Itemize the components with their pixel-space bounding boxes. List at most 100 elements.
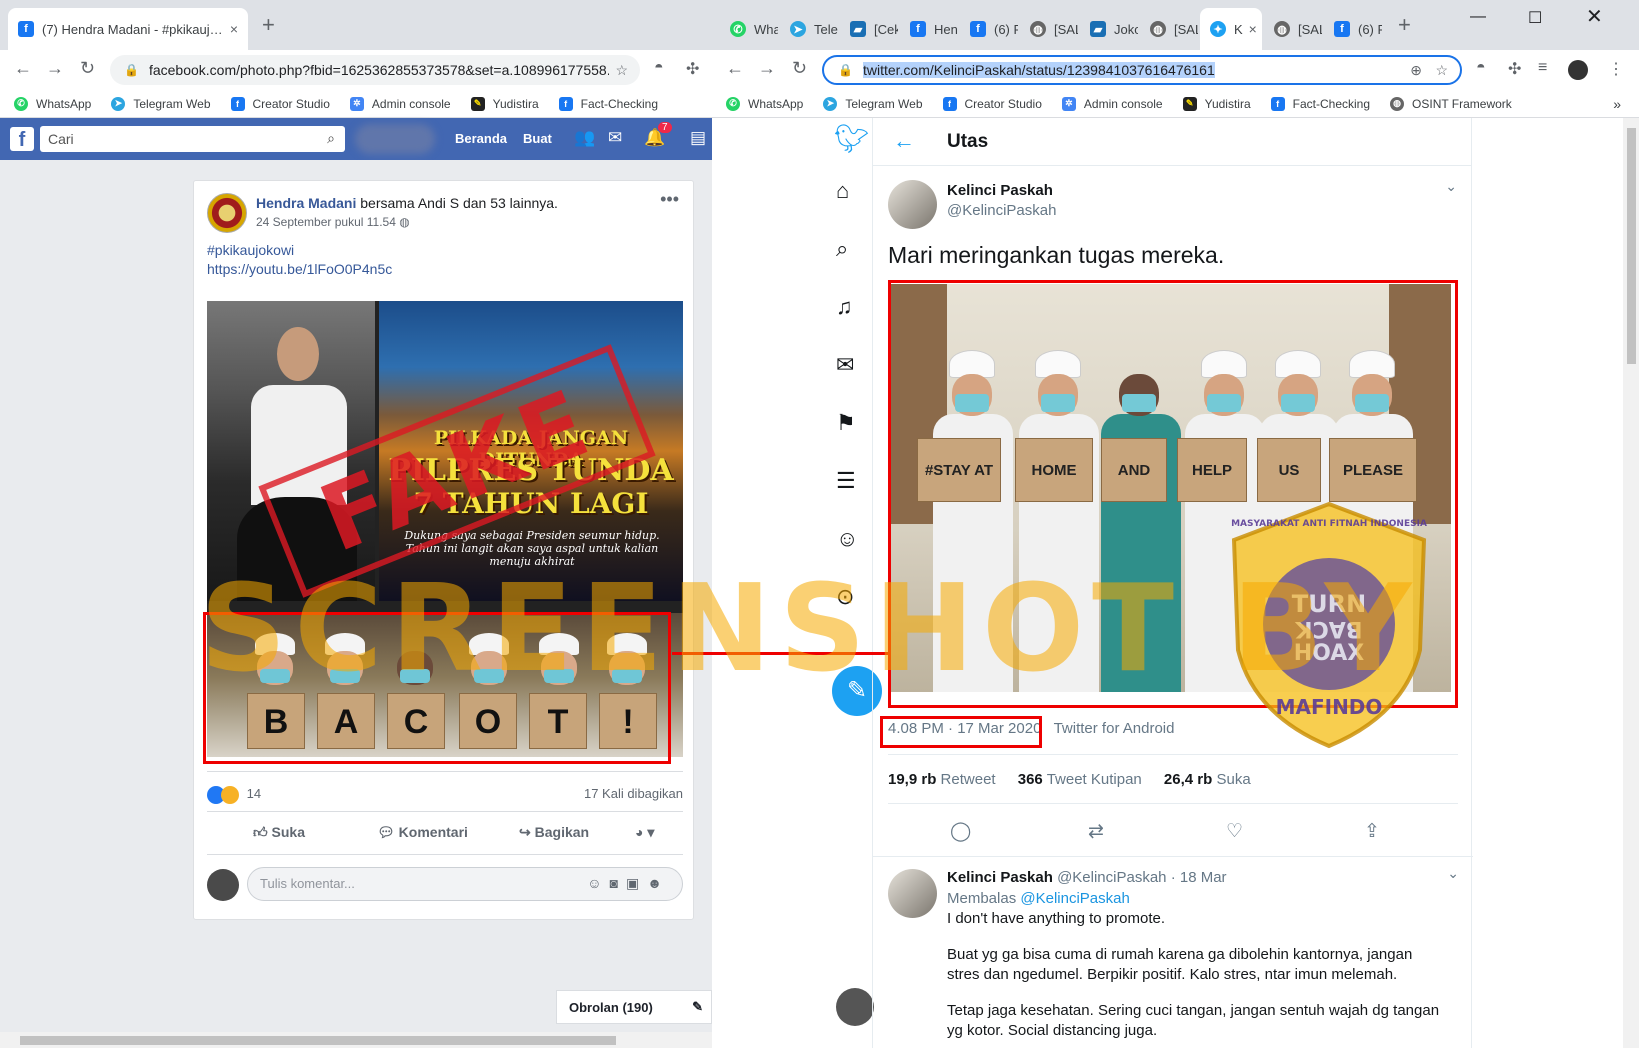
comment-button[interactable]: 💬︎ Komentari <box>377 824 468 841</box>
minimize-icon[interactable]: — <box>1470 8 1486 26</box>
bookmark-creator-studio[interactable]: f Creator Studio <box>230 96 330 111</box>
close-window-icon[interactable]: ✕ <box>1586 4 1603 29</box>
post-link[interactable]: https://youtu.be/1lFoO0P4n5c <box>207 260 392 279</box>
post-author-name[interactable]: Hendra Madani <box>256 195 356 211</box>
retweet-stat[interactable]: 19,9 rb Retweet <box>888 771 996 788</box>
reply-author-avatar[interactable] <box>888 869 937 918</box>
bookmark-telegram[interactable]: ➤ Telegram Web <box>111 96 211 111</box>
bookmarks-icon[interactable]: ⚑ <box>836 410 856 436</box>
new-tab-button[interactable]: + <box>262 12 275 38</box>
tab-close-icon[interactable]: × <box>224 21 238 37</box>
extension-mask-icon[interactable]: ◓ <box>1476 59 1486 77</box>
facebook-search-input[interactable]: Cari ⌕ <box>40 126 345 152</box>
bookmark-star-icon[interactable]: ☆ <box>1435 62 1448 79</box>
profile-icon[interactable]: ☺ <box>836 526 858 552</box>
tab-close-icon[interactable]: × <box>1243 21 1257 37</box>
new-tab-button[interactable]: + <box>1398 12 1411 38</box>
extensions-puzzle-icon[interactable]: ✣ <box>1508 59 1521 79</box>
author-avatar[interactable] <box>207 193 247 233</box>
bookmark-admin-console[interactable]: ✲ Admin console <box>1061 96 1163 111</box>
reload-icon[interactable]: ↻ <box>792 58 807 79</box>
messages-envelope-icon[interactable]: ✉ <box>836 352 854 378</box>
reply-icon[interactable]: ◯ <box>950 820 971 843</box>
bookmark-creator-studio[interactable]: f Creator Studio <box>942 96 1042 111</box>
post-hashtag[interactable]: #pkikaujokowi <box>207 241 392 260</box>
audience-selector[interactable]: ◕ ▾ <box>635 824 654 841</box>
back-icon[interactable]: ← <box>14 58 32 79</box>
bookmark-whatsapp[interactable]: ✆ WhatsApp <box>14 96 91 111</box>
reaction-count[interactable]: 14 <box>247 786 261 801</box>
like-stat[interactable]: 26,4 rb Suka <box>1164 771 1251 788</box>
nav-home[interactable]: Beranda <box>455 131 507 146</box>
bookmark-yudistira[interactable]: ✎ Yudistira <box>470 96 539 111</box>
tweet-source[interactable]: Twitter for Android <box>1054 720 1175 737</box>
haha-reaction-icon[interactable] <box>221 786 239 804</box>
account-avatar[interactable] <box>836 988 874 1026</box>
install-icon[interactable]: ⊕ <box>1410 62 1422 79</box>
reply-date[interactable]: · 18 Mar <box>1171 869 1227 886</box>
reply-author-name[interactable]: Kelinci Paskah <box>947 869 1053 886</box>
compose-icon[interactable]: ✎ <box>692 999 703 1015</box>
nav-create[interactable]: Buat <box>523 131 552 146</box>
search-icon[interactable]: ⌕ <box>327 130 335 147</box>
lists-icon[interactable]: ☰ <box>836 468 856 494</box>
tab-whatsapp[interactable]: ✆ Wha <box>720 8 778 50</box>
horizontal-scrollbar[interactable] <box>0 1032 712 1048</box>
reply-author-handle[interactable]: @KelinciPaskah <box>1057 869 1166 886</box>
tab-sal-1[interactable]: ◍ [SAL <box>1020 8 1078 50</box>
retweet-icon[interactable]: ⇄ <box>1088 820 1104 843</box>
replying-to-link[interactable]: @KelinciPaskah <box>1020 890 1129 907</box>
post-date[interactable]: 24 September pukul 11.54 ◍ <box>256 215 410 229</box>
tab-hendra[interactable]: f Hen <box>900 8 958 50</box>
share-count[interactable]: 17 Kali dibagikan <box>584 786 683 801</box>
tab-twitter-active[interactable]: ✦ K × <box>1200 8 1262 50</box>
like-heart-icon[interactable]: ♡ <box>1226 820 1243 843</box>
reload-icon[interactable]: ↻ <box>80 58 95 79</box>
tweet-author-name[interactable]: Kelinci Paskah <box>947 182 1053 199</box>
bookmark-fact-checking[interactable]: f Fact-Checking <box>558 96 658 111</box>
tab-cek[interactable]: ▰ [Cek <box>840 8 898 50</box>
notifications-bell-icon[interactable]: ♫ <box>836 294 853 320</box>
tweet-author-avatar[interactable] <box>888 180 937 229</box>
chat-bar[interactable]: Obrolan (190) ✎ <box>556 990 712 1024</box>
back-icon[interactable]: ← <box>726 58 744 79</box>
extensions-puzzle-icon[interactable]: ✣ <box>686 59 699 79</box>
post-options-icon[interactable]: ••• <box>660 189 679 210</box>
reply-options-chevron-icon[interactable]: ⌄ <box>1447 865 1459 882</box>
quote-stat[interactable]: 366 Tweet Kutipan <box>1018 771 1142 788</box>
tab-facebook-post[interactable]: f (7) Hendra Madani - #pkikaujokowi × <box>8 8 248 50</box>
tab-joko[interactable]: ▰ Joko <box>1080 8 1138 50</box>
friends-icon[interactable]: 👥 <box>574 128 595 148</box>
bookmark-fact-checking[interactable]: f Fact-Checking <box>1270 96 1370 111</box>
back-arrow-icon[interactable]: ← <box>893 128 915 154</box>
address-bar[interactable]: 🔒 facebook.com/photo.php?fbid=1625362855… <box>110 55 640 85</box>
explore-search-icon[interactable]: ⌕ <box>836 236 848 262</box>
tab-facebook[interactable]: f (6) F <box>960 8 1018 50</box>
more-icon[interactable]: ▤ <box>690 128 706 148</box>
extension-mask-icon[interactable]: ◓ <box>654 59 664 77</box>
tab-sal-2[interactable]: ◍ [SAL <box>1140 8 1198 50</box>
twitter-logo-icon[interactable]: 🐦︎ <box>834 122 870 155</box>
vertical-scrollbar[interactable] <box>1623 118 1639 1048</box>
maximize-icon[interactable]: ☐ <box>1528 8 1542 28</box>
tab-facebook-2[interactable]: f (6) F <box>1324 8 1382 50</box>
forward-icon[interactable]: → <box>758 58 776 79</box>
forward-icon[interactable]: → <box>46 58 64 79</box>
reply-tweet[interactable]: Kelinci Paskah @KelinciPaskah · 18 Mar ⌄… <box>873 856 1473 1048</box>
bookmark-admin-console[interactable]: ✲ Admin console <box>349 96 451 111</box>
bookmark-telegram[interactable]: ➤ Telegram Web <box>823 96 923 111</box>
bookmark-star-icon[interactable]: ☆ <box>615 62 628 79</box>
media-icon[interactable]: ≡ <box>1538 59 1547 77</box>
post-with-text[interactable]: bersama Andi S dan 53 lainnya. <box>360 195 558 211</box>
tab-sal-3[interactable]: ◍ [SAL <box>1264 8 1322 50</box>
facebook-logo-icon[interactable]: f <box>10 127 34 151</box>
profile-avatar[interactable] <box>1568 60 1588 80</box>
tweet-options-chevron-icon[interactable]: ⌄ <box>1445 178 1457 195</box>
like-button[interactable]: 👍︎ Suka <box>253 824 305 841</box>
address-bar[interactable]: 🔒 twitter.com/KelinciPaskah/status/12398… <box>822 55 1462 85</box>
tab-telegram[interactable]: ➤ Teleg <box>780 8 838 50</box>
comment-input[interactable]: Tulis komentar... ☺◙▣☻ <box>247 867 683 901</box>
menu-kebab-icon[interactable]: ⋮ <box>1608 59 1624 79</box>
bookmark-osint-framework[interactable]: ◍ OSINT Framework <box>1390 96 1512 111</box>
home-icon[interactable]: ⌂ <box>836 178 849 204</box>
